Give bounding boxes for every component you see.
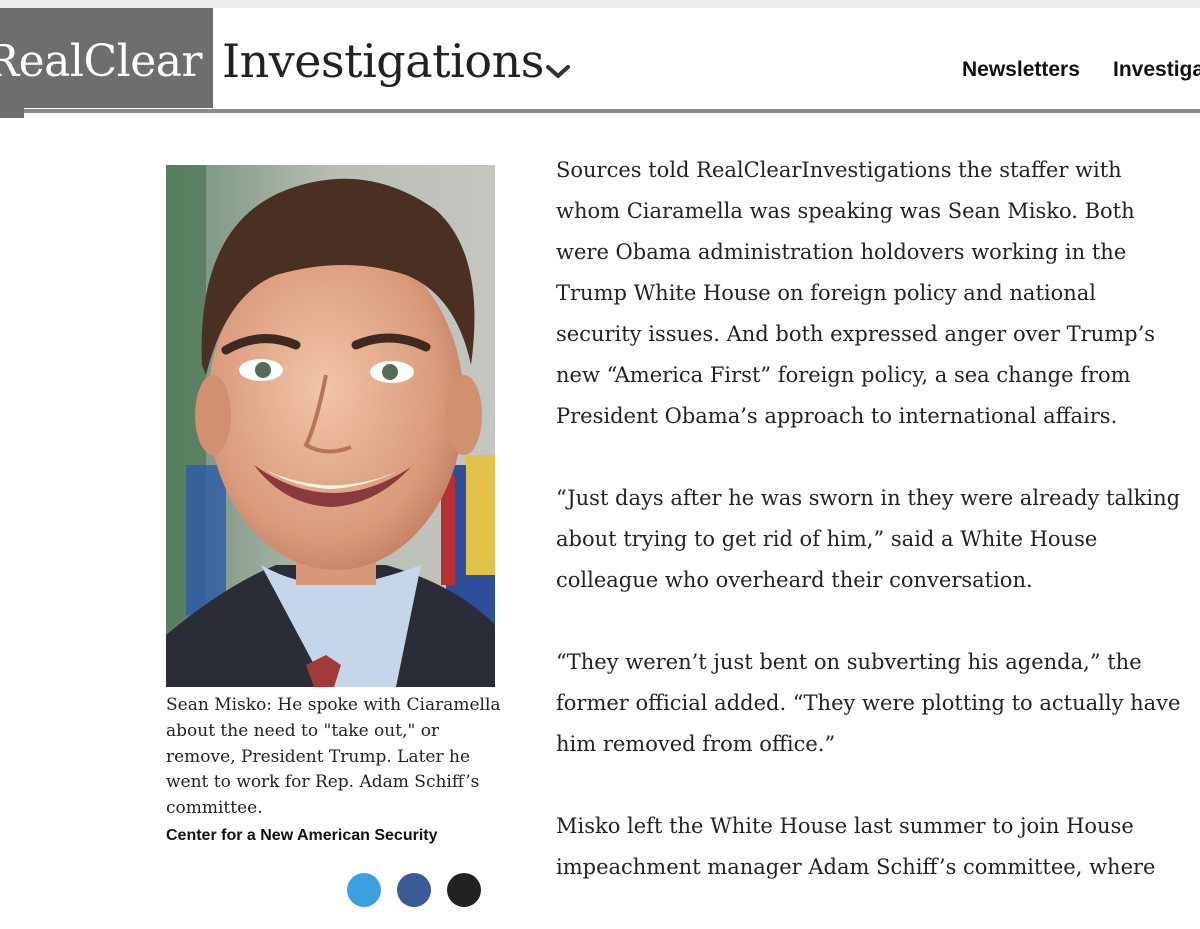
share-facebook-icon[interactable] bbox=[397, 873, 431, 907]
article-body: Sources told RealClearInvestigations the… bbox=[556, 150, 1186, 929]
nav-newsletters[interactable]: Newsletters bbox=[962, 58, 1080, 82]
article-paragraph: “Just days after he was sworn in they we… bbox=[556, 486, 1181, 592]
article-paragraph: “They weren’t just bent on subverting hi… bbox=[556, 650, 1181, 756]
chevron-down-icon[interactable] bbox=[546, 64, 570, 80]
logo-prefix: RealClear bbox=[0, 36, 203, 87]
article-paragraph: Misko left the White House last summer t… bbox=[556, 814, 1156, 879]
logo-section-title[interactable]: Investigations bbox=[222, 34, 544, 88]
header-divider bbox=[22, 109, 1200, 113]
article-photo bbox=[166, 165, 495, 687]
photo-caption: Sean Misko: He spoke with Ciaramella abo… bbox=[166, 695, 501, 819]
article-paragraph: Sources told RealClearInvestigations the… bbox=[556, 158, 1156, 428]
portrait-image bbox=[166, 165, 495, 687]
photo-credit: Center for a New American Security bbox=[166, 827, 438, 844]
share-twitter-icon[interactable] bbox=[347, 873, 381, 907]
browser-top-edge bbox=[0, 0, 1200, 8]
nav-investigations[interactable]: Investiga bbox=[1113, 58, 1200, 82]
site-logo[interactable]: RealClear bbox=[0, 8, 213, 108]
logo-box-shadow bbox=[0, 108, 24, 118]
share-email-icon[interactable] bbox=[447, 873, 481, 907]
